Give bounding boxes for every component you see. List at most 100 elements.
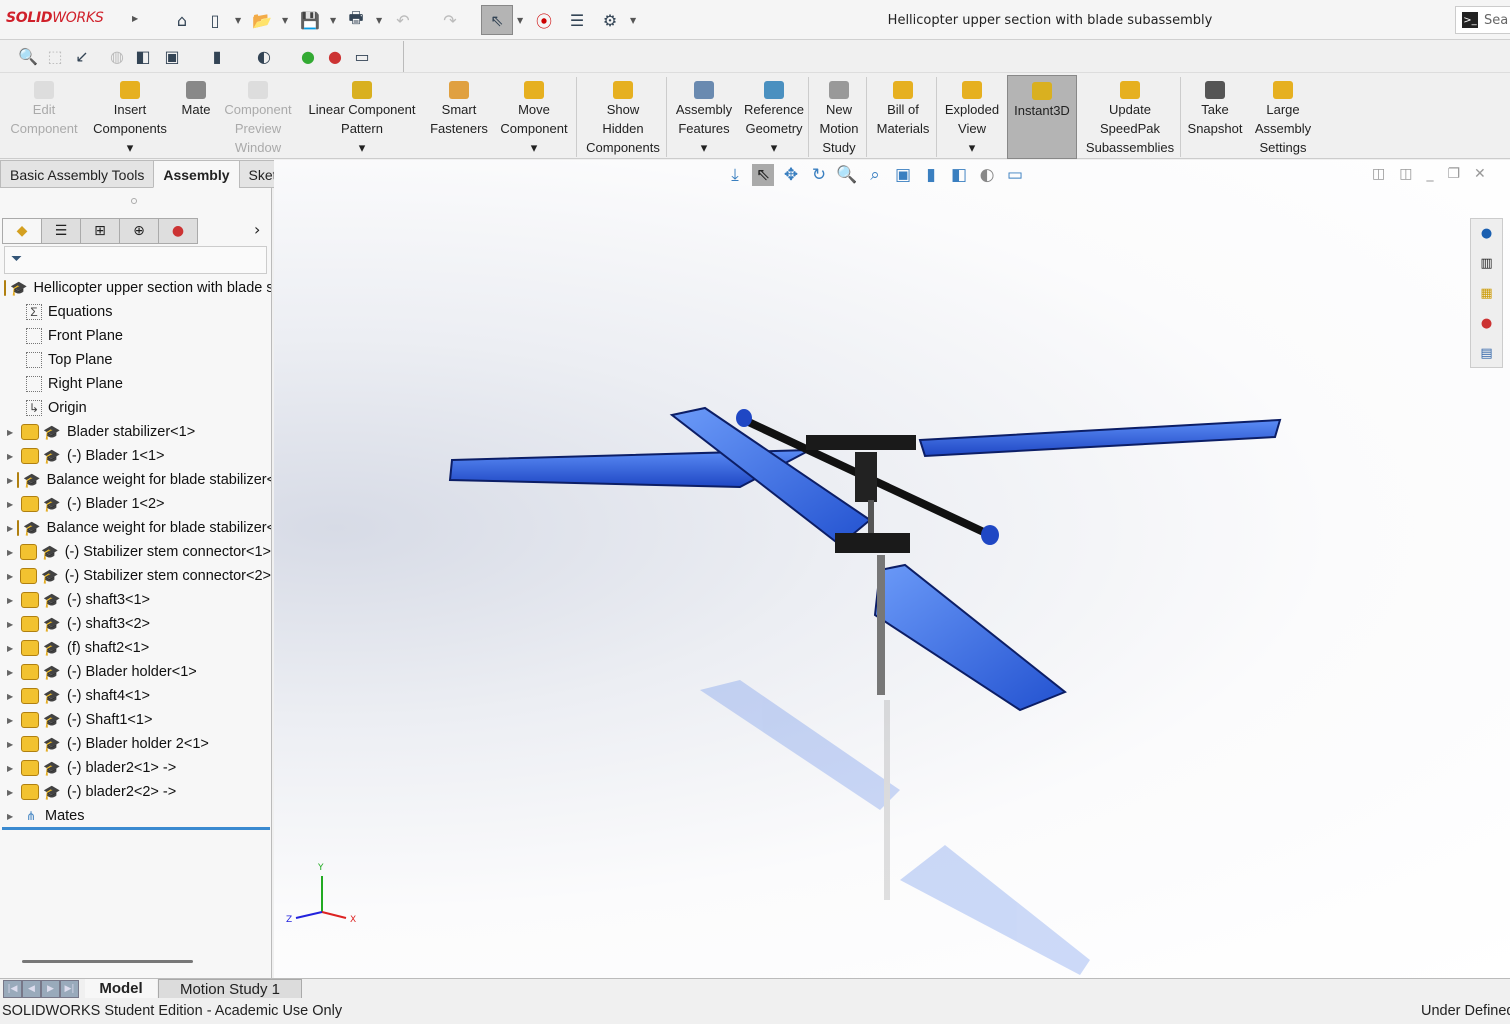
view-settings-icon[interactable]: ▭ bbox=[1004, 164, 1026, 186]
ribbon-button-smart[interactable]: Smart Fasteners bbox=[425, 75, 493, 159]
expand-arrow-icon[interactable]: ▶ bbox=[7, 476, 13, 485]
expand-arrow-icon[interactable]: ▶ bbox=[7, 596, 17, 605]
gear-icon[interactable]: ⚙ bbox=[600, 10, 620, 30]
tree-item-component[interactable]: ▶ 🎓 (-) blader2<1> -> bbox=[0, 756, 271, 780]
normal-to-icon[interactable]: ⤓ bbox=[724, 164, 746, 186]
ribbon-button-assembly[interactable]: Assembly Features ▾ bbox=[670, 75, 738, 159]
tree-filter[interactable]: ⏷ bbox=[4, 246, 267, 274]
ribbon-button-reference[interactable]: Reference Geometry ▾ bbox=[738, 75, 810, 159]
tree-item-component[interactable]: ▶ 🎓 (-) Stabilizer stem connector<2> bbox=[0, 564, 271, 588]
zoom-area-icon[interactable]: ⌕ bbox=[864, 164, 886, 186]
file-properties-icon[interactable]: ☰ bbox=[567, 10, 587, 30]
undo-icon[interactable]: ↶ bbox=[393, 10, 413, 30]
file-explorer-icon[interactable]: ▦ bbox=[1476, 283, 1498, 303]
horizontal-scrollbar[interactable] bbox=[22, 960, 193, 963]
feature-manager-tab-icon[interactable]: ◆ bbox=[2, 218, 42, 244]
search-box[interactable]: >_ Sea bbox=[1455, 6, 1510, 34]
design-library-icon[interactable]: ▥ bbox=[1476, 253, 1498, 273]
minimize-icon[interactable]: _ bbox=[1426, 166, 1433, 182]
tab-assembly[interactable]: Assembly bbox=[153, 160, 240, 188]
hide-show-icon[interactable]: ◐ bbox=[976, 164, 998, 186]
chevron-down-icon[interactable]: ▼ bbox=[330, 16, 336, 25]
ribbon-button-insert[interactable]: Insert Components ▾ bbox=[86, 75, 174, 159]
tree-item-component[interactable]: ▶ 🎓 (-) blader2<2> -> bbox=[0, 780, 271, 804]
zoom-area-icon[interactable]: ⬚ bbox=[45, 46, 65, 66]
tile-right-icon[interactable]: ◫ bbox=[1399, 166, 1412, 182]
tree-item-component[interactable]: ▶ 🎓 (-) Shaft1<1> bbox=[0, 708, 271, 732]
ribbon-button-show[interactable]: Show Hidden Components bbox=[578, 75, 668, 159]
expand-arrow-icon[interactable]: ▶ bbox=[7, 668, 17, 677]
tree-item-origin[interactable]: ↳ Origin bbox=[0, 396, 271, 420]
ribbon-button-move[interactable]: Move Component ▾ bbox=[493, 75, 575, 159]
tab-motion-study-1[interactable]: Motion Study 1 bbox=[158, 979, 302, 999]
rebuild-traffic-light-icon[interactable]: ⦿ bbox=[534, 10, 554, 31]
tree-item-component[interactable]: ▶ 🎓 (f) shaft2<1> bbox=[0, 636, 271, 660]
property-manager-tab-icon[interactable]: ☰ bbox=[41, 218, 81, 244]
zoom-to-fit-icon[interactable]: 🔍 bbox=[18, 46, 38, 66]
next-tab-icon[interactable]: ▶ bbox=[41, 980, 60, 998]
ribbon-button-take[interactable]: Take Snapshot bbox=[1183, 75, 1247, 159]
close-icon[interactable]: ✕ bbox=[1474, 166, 1486, 182]
home-icon[interactable]: ⌂ bbox=[172, 10, 192, 30]
tree-item-mates[interactable]: ▶ ⋔ Mates bbox=[0, 804, 271, 828]
expand-arrow-icon[interactable]: ▶ bbox=[7, 644, 17, 653]
expand-arrow-icon[interactable]: ▶ bbox=[7, 692, 17, 701]
tree-item-component[interactable]: ▶ 🎓 (-) Blader holder<1> bbox=[0, 660, 271, 684]
tree-item-component[interactable]: ▶ 🎓 (-) Blader holder 2<1> bbox=[0, 732, 271, 756]
view-orientation-icon[interactable]: ▣ bbox=[892, 164, 914, 186]
rotate-icon[interactable]: ↻ bbox=[808, 164, 830, 186]
configuration-manager-tab-icon[interactable]: ⊞ bbox=[80, 218, 120, 244]
solidworks-logo[interactable]: SOLIDWORKS bbox=[6, 10, 104, 26]
solidworks-resources-icon[interactable]: ● bbox=[1476, 223, 1498, 243]
first-tab-icon[interactable]: |◀ bbox=[3, 980, 22, 998]
tree-item-component[interactable]: ▶ 🎓 (-) Stabilizer stem connector<1> bbox=[0, 540, 271, 564]
ribbon-button-instant3d[interactable]: Instant3D bbox=[1007, 75, 1077, 159]
ribbon-button-large[interactable]: Large Assembly Settings bbox=[1250, 75, 1316, 159]
print-icon[interactable]: 🖶 bbox=[346, 8, 366, 30]
chevron-down-icon[interactable]: ▼ bbox=[630, 16, 636, 25]
expand-arrow-icon[interactable]: ▶ bbox=[7, 716, 17, 725]
tile-left-icon[interactable]: ◫ bbox=[1372, 166, 1385, 182]
ribbon-button-update[interactable]: Update SpeedPak Subassemblies bbox=[1082, 75, 1178, 159]
expand-arrow-icon[interactable]: ▶ bbox=[7, 620, 17, 629]
expand-arrow-icon[interactable]: ▶ bbox=[7, 740, 17, 749]
tree-item-component[interactable]: ▶ 🎓 Balance weight for blade stabilizer<1> bbox=[0, 468, 271, 492]
section-view-icon[interactable]: ◍ bbox=[107, 46, 127, 66]
tree-item-component[interactable]: ▶ 🎓 (-) shaft3<1> bbox=[0, 588, 271, 612]
display-style-icon[interactable]: ▮ bbox=[920, 164, 942, 186]
dimxpert-tab-icon[interactable]: ⊕ bbox=[119, 218, 159, 244]
hide-show-icon[interactable]: ◐ bbox=[254, 46, 274, 66]
expand-arrow-icon[interactable]: ▶ bbox=[7, 500, 17, 509]
chevron-down-icon[interactable]: ▼ bbox=[282, 16, 288, 25]
helicopter-model[interactable] bbox=[274, 160, 1510, 978]
ribbon-button-exploded[interactable]: Exploded View ▾ bbox=[938, 75, 1006, 159]
tab-model[interactable]: Model bbox=[85, 979, 157, 999]
chevron-right-icon[interactable]: › bbox=[254, 220, 260, 239]
view-settings-icon[interactable]: ▭ bbox=[352, 46, 372, 66]
tree-item-equations[interactable]: Σ Equations bbox=[0, 300, 271, 324]
save-icon[interactable]: 💾 bbox=[300, 10, 320, 30]
expand-arrow-icon[interactable]: ▶ bbox=[7, 572, 16, 581]
tree-item-component[interactable]: ▶ 🎓 (-) Blader 1<2> bbox=[0, 492, 271, 516]
menu-expand-icon[interactable]: ▶ bbox=[132, 14, 138, 23]
dynamic-annotation-icon[interactable]: ◧ bbox=[133, 46, 153, 66]
select-icon[interactable]: ⇖ bbox=[752, 164, 774, 186]
tree-item-right-plane[interactable]: Right Plane bbox=[0, 372, 271, 396]
graphics-area[interactable]: Y X Z bbox=[274, 160, 1510, 978]
chevron-down-icon[interactable]: ▼ bbox=[376, 16, 382, 25]
expand-arrow-icon[interactable]: ▶ bbox=[7, 452, 17, 461]
restore-icon[interactable]: ❐ bbox=[1447, 166, 1460, 182]
panel-splitter-handle[interactable] bbox=[131, 198, 137, 204]
previous-view-icon[interactable]: ↙ bbox=[72, 46, 92, 66]
rollback-bar[interactable] bbox=[2, 827, 270, 830]
expand-arrow-icon[interactable]: ▶ bbox=[7, 428, 17, 437]
tree-item-component[interactable]: ▶ 🎓 Balance weight for blade stabilizer<2> bbox=[0, 516, 271, 540]
expand-arrow-icon[interactable]: ▶ bbox=[7, 764, 17, 773]
tree-root-assembly[interactable]: 🎓 Hellicopter upper section with blade su… bbox=[0, 276, 271, 300]
ribbon-button-new[interactable]: New Motion Study bbox=[812, 75, 866, 159]
tree-item-front-plane[interactable]: Front Plane bbox=[0, 324, 271, 348]
apply-scene-icon[interactable]: ● bbox=[325, 46, 345, 66]
appearances-icon[interactable]: ● bbox=[1476, 313, 1498, 333]
custom-properties-icon[interactable]: ▤ bbox=[1476, 343, 1498, 363]
tab-basic-assembly-tools[interactable]: Basic Assembly Tools bbox=[0, 160, 155, 188]
